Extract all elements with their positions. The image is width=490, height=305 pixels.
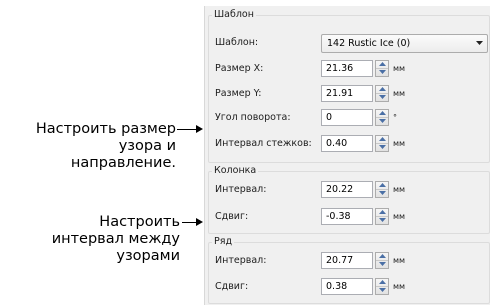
spin-down-icon[interactable] [376,190,388,197]
spin-down-icon[interactable] [376,261,388,268]
spin-down-icon[interactable] [376,287,388,294]
row-offset-input[interactable]: 0.38 [321,278,373,295]
spin-up-icon[interactable] [376,209,388,217]
group-title-column: Колонка [212,165,259,177]
row-spacing-label: Интервал: [215,255,267,266]
column-spacing-row: Интервал: 20.22 мм [205,180,490,200]
spin-up-icon[interactable] [376,110,388,118]
size-y-label: Размер Y: [215,88,262,99]
column-offset-input[interactable]: -0.38 [321,208,373,225]
spin-up-icon[interactable] [376,61,388,69]
row-offset-spinner[interactable] [375,278,389,295]
spin-up-icon[interactable] [376,253,388,261]
row-offset-unit: мм [393,282,406,291]
group-title-template: Шаблон [212,9,256,21]
column-offset-label: Сдвиг: [215,211,249,222]
size-x-row: Размер X: 21.36 мм [205,59,490,79]
annotation-line: узорами [116,248,180,264]
column-spacing-input[interactable]: 20.22 [321,181,373,198]
rotation-label: Угол поворота: [215,112,291,123]
column-offset-spinner[interactable] [375,208,389,225]
chevron-down-icon [476,41,483,45]
annotation-line: интервал между [51,231,180,247]
spin-down-icon[interactable] [376,144,388,151]
rotation-input[interactable]: 0 [321,109,373,126]
column-spacing-unit: мм [393,185,406,194]
spin-up-icon[interactable] [376,136,388,144]
stitch-spacing-unit: мм [393,139,406,148]
rotation-row: Угол поворота: 0 ° [205,108,490,128]
column-spacing-label: Интервал: [215,184,267,195]
properties-panel: Шаблон Шаблон: 142 Rustic Ice (0) Размер… [204,6,490,305]
group-title-row: Ряд [212,236,235,248]
column-spacing-spinner[interactable] [375,181,389,198]
size-x-label: Размер X: [215,63,264,74]
row-spacing-row: Интервал: 20.77 мм [205,251,490,271]
stitch-spacing-label: Интервал стежков: [215,138,312,149]
size-x-input[interactable]: 21.36 [321,60,373,77]
size-x-unit: мм [393,64,406,73]
spin-up-icon[interactable] [376,182,388,190]
pointer-line [182,222,197,223]
stitch-spacing-spinner[interactable] [375,135,389,152]
pointer-arrowhead [196,125,203,133]
stitch-spacing-row: Интервал стежков: 0.40 мм [205,134,490,154]
size-y-unit: мм [393,89,406,98]
annotation-spacing: Настроить интервал между узорами [52,214,180,265]
spin-up-icon[interactable] [376,279,388,287]
pointer-line [177,129,197,130]
template-select-value: 142 Rustic Ice (0) [327,38,411,49]
annotation-line: узора и [118,138,176,154]
row-spacing-input[interactable]: 20.77 [321,252,373,269]
annotation-line: направление. [70,155,176,171]
row-spacing-unit: мм [393,256,406,265]
column-offset-row: Сдвиг: -0.38 мм [205,207,490,227]
spin-up-icon[interactable] [376,86,388,94]
spin-down-icon[interactable] [376,217,388,224]
size-x-spinner[interactable] [375,60,389,77]
row-offset-row: Сдвиг: 0.38 мм [205,277,490,297]
rotation-spinner[interactable] [375,109,389,126]
column-offset-unit: мм [393,212,406,221]
size-y-row: Размер Y: 21.91 мм [205,84,490,104]
template-row: Шаблон: 142 Rustic Ice (0) [205,33,490,53]
size-y-input[interactable]: 21.91 [321,85,373,102]
annotation-pattern-size: Настроить размер узора и направление. [36,121,176,172]
stitch-spacing-input[interactable]: 0.40 [321,135,373,152]
row-offset-label: Сдвиг: [215,281,249,292]
spin-down-icon[interactable] [376,94,388,101]
annotation-line: Настроить [99,214,180,230]
rotation-unit: ° [393,113,397,122]
size-y-spinner[interactable] [375,85,389,102]
template-select[interactable]: 142 Rustic Ice (0) [321,34,488,53]
annotation-line: Настроить размер [35,121,176,137]
row-spacing-spinner[interactable] [375,252,389,269]
pointer-arrowhead [196,218,203,226]
spin-down-icon[interactable] [376,118,388,125]
spin-down-icon[interactable] [376,69,388,76]
template-label: Шаблон: [215,37,259,48]
